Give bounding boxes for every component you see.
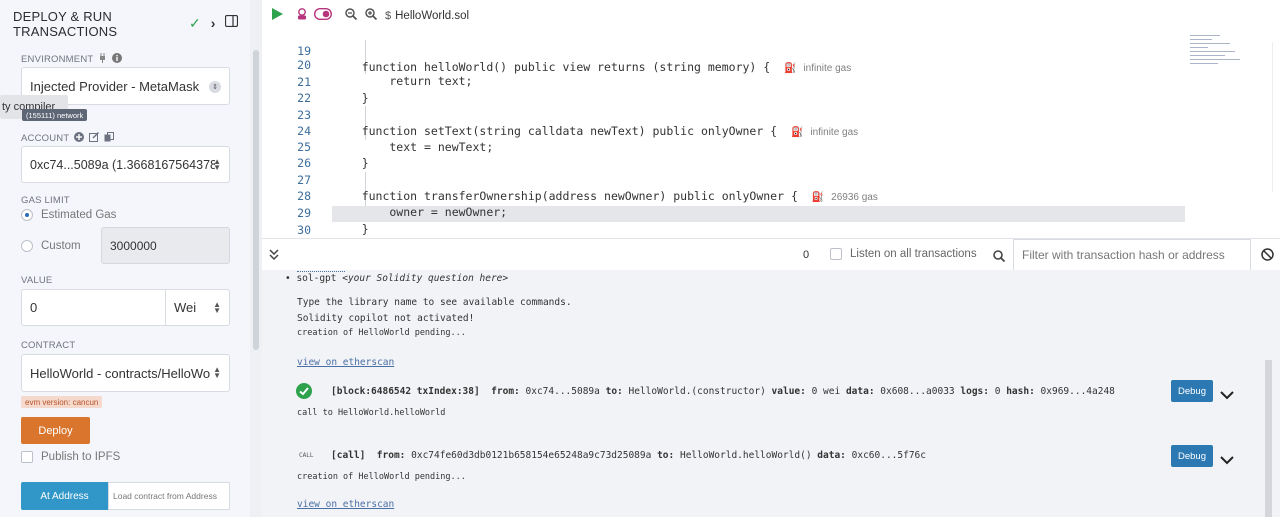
block-icon[interactable] bbox=[1261, 248, 1274, 266]
panel-title-line1: DEPLOY & RUN bbox=[13, 9, 112, 24]
contract-select[interactable]: HelloWorld - contracts/HelloWorld ▲ ▼ bbox=[21, 354, 230, 392]
radio-selected[interactable] bbox=[21, 209, 33, 221]
select-arrows-icon: ▲ ▼ bbox=[213, 365, 221, 380]
code-line: 20 return text; bbox=[297, 58, 473, 88]
chevron-down-icon[interactable] bbox=[1220, 385, 1234, 400]
radio-unselected[interactable] bbox=[21, 240, 33, 252]
sidebar-toggle-icon[interactable] bbox=[225, 14, 239, 32]
account-label: ACCOUNT bbox=[21, 131, 115, 145]
code-line: 25 } bbox=[297, 140, 369, 170]
code-line: 23 function setText(string calldata newT… bbox=[262, 91, 1280, 138]
load-contract-input[interactable]: Load contract from Address bbox=[108, 482, 230, 510]
debug-robot-icon[interactable] bbox=[296, 7, 308, 25]
deploy-button[interactable]: Deploy bbox=[21, 417, 90, 444]
debug-button[interactable]: Debug bbox=[1171, 380, 1213, 402]
listen-checkbox[interactable] bbox=[830, 248, 842, 260]
listen-label: Listen on all transactions bbox=[850, 248, 977, 260]
debug-button[interactable]: Debug bbox=[1171, 445, 1213, 467]
contract-value: HelloWorld - contracts/HelloWorld bbox=[30, 365, 211, 381]
publish-ipfs-option[interactable]: Publish to IPFS bbox=[21, 451, 120, 463]
deploy-run-panel: DEPLOY & RUN TRANSACTIONS ✓ › ENVIRONMEN… bbox=[0, 0, 250, 517]
plus-circle-icon[interactable] bbox=[74, 132, 85, 145]
network-badge: (155111) network bbox=[22, 109, 88, 121]
tx-summary[interactable]: [block:6486542 txIndex:38] from: 0xc74..… bbox=[331, 386, 1115, 397]
account-select[interactable]: 0xc74...5089a (1.366816756437876 ▲ ▼ bbox=[21, 146, 230, 183]
chevrons-down-icon[interactable] bbox=[269, 248, 279, 266]
at-address-button[interactable]: At Address bbox=[21, 482, 108, 510]
call-summary[interactable]: [call] from: 0xc74fe60d3db0121b658154e65… bbox=[331, 450, 926, 461]
creation-pending: creation of HelloWorld pending... bbox=[297, 328, 466, 338]
solidity-icon: $ bbox=[385, 10, 392, 22]
environment-value: Injected Provider - MetaMask bbox=[30, 78, 200, 94]
select-arrows-icon: ⇕ bbox=[209, 81, 221, 93]
minimap[interactable] bbox=[1190, 32, 1250, 82]
terminal-output[interactable]: • sol-gpt <your Solidity question here> … bbox=[262, 270, 1280, 517]
toggle-icon[interactable] bbox=[313, 7, 333, 25]
code-line: 26 bbox=[297, 156, 311, 170]
code-line: 28 owner = newOwner; bbox=[297, 189, 508, 219]
zoom-out-icon[interactable] bbox=[345, 7, 358, 25]
publish-ipfs-checkbox[interactable] bbox=[21, 451, 33, 463]
copilot-status: Solidity copilot not activated! bbox=[297, 313, 475, 324]
etherscan-link[interactable]: view on etherscan bbox=[297, 499, 394, 510]
plug-icon bbox=[98, 53, 107, 66]
code-line: 29 } bbox=[297, 206, 369, 236]
terminal-toolbar: 0 Listen on all transactions Filter with… bbox=[262, 238, 1280, 271]
code-line: 21 } bbox=[297, 75, 369, 105]
call-tag: CALL bbox=[299, 452, 314, 459]
chevron-down-icon[interactable] bbox=[1220, 450, 1234, 465]
info-icon[interactable] bbox=[112, 53, 123, 66]
editor-toolbar: $ HelloWorld.sol bbox=[262, 0, 1280, 32]
select-arrows-icon: ▲ ▼ bbox=[213, 156, 221, 172]
code-editor[interactable]: 19 function helloWorld() public view ret… bbox=[262, 32, 1280, 238]
terminal-scrollbar[interactable] bbox=[1265, 360, 1272, 517]
creation-pending: creation of HelloWorld pending... bbox=[297, 472, 466, 482]
check-icon: ✓ bbox=[189, 14, 201, 31]
copy-icon[interactable] bbox=[104, 132, 115, 145]
environment-label: ENVIRONMENT bbox=[21, 53, 123, 66]
gas-limit-label: GAS LIMIT bbox=[21, 195, 70, 206]
editor-scrollbar[interactable] bbox=[1272, 42, 1280, 192]
gas-custom-option[interactable]: Custom bbox=[21, 240, 81, 252]
search-icon[interactable] bbox=[993, 249, 1006, 267]
tx-filter-input[interactable]: Filter with transaction hash or address bbox=[1013, 239, 1251, 271]
code-line: 30 } bbox=[297, 223, 311, 237]
panel-title-line2: TRANSACTIONS bbox=[13, 24, 118, 39]
left-panel-scroll-thumb[interactable] bbox=[253, 50, 259, 350]
edit-icon[interactable] bbox=[89, 131, 100, 145]
value-input[interactable]: 0 bbox=[21, 289, 166, 326]
sol-gpt-line: • sol-gpt <your Solidity question here> bbox=[285, 273, 509, 284]
value-unit-select[interactable]: Wei ▲ ▼ bbox=[165, 289, 230, 326]
evm-version-badge: evm version: cancun bbox=[21, 396, 103, 408]
pending-tx-count: 0 bbox=[803, 249, 810, 261]
code-line: 22 bbox=[297, 91, 311, 105]
code-line: 27 function transferOwnership(address ne… bbox=[262, 156, 1280, 203]
value-label: VALUE bbox=[21, 275, 53, 286]
scrolled-link-fragment bbox=[297, 270, 345, 272]
select-arrows-icon: ▲ ▼ bbox=[213, 299, 221, 315]
gas-estimated-option[interactable]: Estimated Gas bbox=[21, 209, 116, 221]
success-check-icon bbox=[296, 383, 312, 403]
zoom-in-icon[interactable] bbox=[365, 7, 378, 25]
panel-title: DEPLOY & RUN TRANSACTIONS bbox=[13, 9, 163, 39]
gas-limit-input[interactable]: 3000000 bbox=[101, 227, 230, 264]
chevron-right-icon[interactable]: › bbox=[211, 15, 216, 31]
tab-helloworld[interactable]: $ HelloWorld.sol bbox=[385, 10, 469, 22]
account-value: 0xc74...5089a (1.366816756437876 bbox=[30, 157, 215, 172]
left-panel-scrollbar[interactable] bbox=[250, 0, 262, 517]
code-line: 24 text = newText; bbox=[297, 124, 494, 154]
etherscan-link[interactable]: view on etherscan bbox=[297, 357, 394, 368]
play-icon[interactable] bbox=[272, 7, 283, 25]
contract-label: CONTRACT bbox=[21, 340, 76, 351]
call-line: call to HelloWorld.helloWorld bbox=[297, 408, 446, 418]
library-hint: Type the library name to see available c… bbox=[297, 297, 572, 308]
